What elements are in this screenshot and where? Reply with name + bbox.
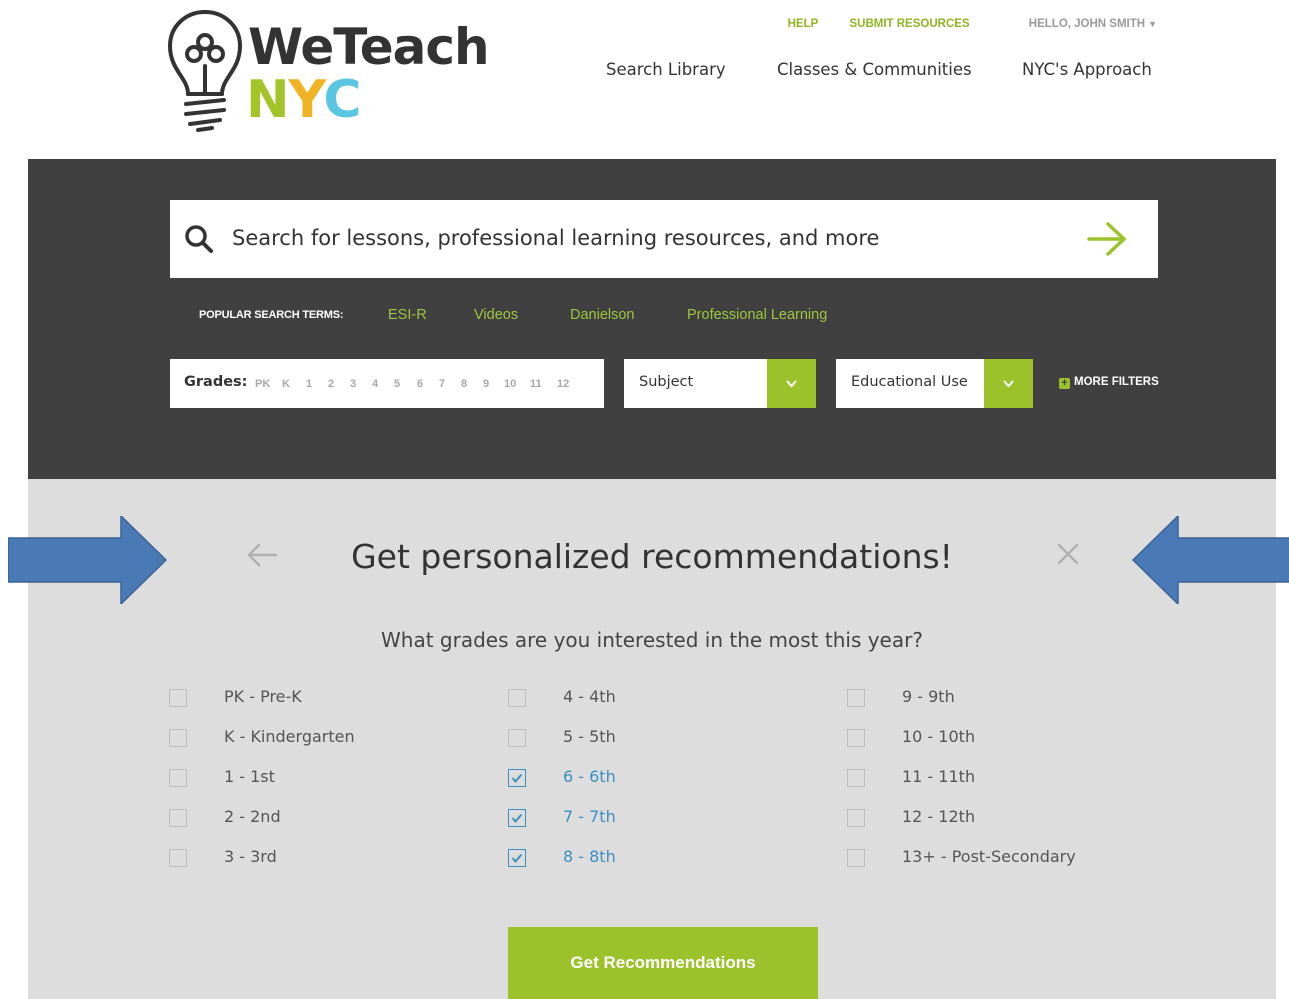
grade-option[interactable]: 6 <box>417 378 423 390</box>
arrow-right-icon[interactable] <box>1086 220 1128 258</box>
grade-option[interactable]: K <box>282 378 290 390</box>
grade-checkbox-label: 6 - 6th <box>563 767 616 786</box>
checkbox[interactable] <box>169 849 187 867</box>
educational-use-select[interactable]: Educational Use <box>836 359 1033 408</box>
grade-option[interactable]: 3 <box>350 378 356 390</box>
subject-dropdown-button[interactable] <box>767 359 816 408</box>
submit-resources-link[interactable]: SUBMIT RESOURCES <box>849 18 969 30</box>
checkmark-icon <box>511 853 523 864</box>
nav-search-library[interactable]: Search Library <box>606 60 726 79</box>
logo-nyc: NYC <box>246 74 362 126</box>
grade-option[interactable]: 11 <box>530 378 542 390</box>
grade-checkbox-label: 11 - 11th <box>902 767 976 786</box>
logo-letter-y: Y <box>288 70 325 130</box>
grade-checkbox-label: 3 - 3rd <box>224 847 277 866</box>
more-filters-button[interactable]: + MORE FILTERS <box>1059 376 1159 389</box>
annotation-arrow-right-icon <box>8 516 168 604</box>
checkbox[interactable] <box>847 809 865 827</box>
checkbox[interactable] <box>847 769 865 787</box>
checkbox[interactable] <box>508 689 526 707</box>
logo-letter-c: C <box>323 70 361 130</box>
chevron-down-icon <box>786 380 797 388</box>
checkbox[interactable] <box>847 729 865 747</box>
grade-option[interactable]: 8 <box>461 378 467 390</box>
caret-down-icon: ▼ <box>1148 19 1157 29</box>
checkbox-checked[interactable] <box>508 809 526 827</box>
popular-label: POPULAR SEARCH TERMS: <box>199 309 344 321</box>
grade-option[interactable]: 7 <box>439 378 445 390</box>
checkbox[interactable] <box>169 769 187 787</box>
popular-term-videos[interactable]: Videos <box>474 307 518 323</box>
checkbox[interactable] <box>169 729 187 747</box>
grade-option[interactable]: 2 <box>328 378 334 390</box>
grade-checkbox-label: K - Kindergarten <box>224 727 355 746</box>
checkbox-checked[interactable] <box>508 769 526 787</box>
help-link[interactable]: HELP <box>788 18 819 30</box>
recommendations-question: What grades are you interested in the mo… <box>381 628 923 652</box>
grade-option[interactable]: 1 <box>306 378 312 390</box>
popular-term-esi-r[interactable]: ESI-R <box>388 307 427 323</box>
checkbox[interactable] <box>847 689 865 707</box>
checkbox[interactable] <box>169 689 187 707</box>
grade-checkbox-label: 2 - 2nd <box>224 807 281 826</box>
grade-checkbox-label: PK - Pre-K <box>224 687 302 706</box>
nav-classes-communities[interactable]: Classes & Communities <box>777 60 972 79</box>
search-panel: Search for lessons, professional learnin… <box>28 159 1276 479</box>
checkmark-icon <box>511 813 523 824</box>
search-input[interactable]: Search for lessons, professional learnin… <box>170 200 1158 278</box>
grade-checkbox-label: 9 - 9th <box>902 687 955 706</box>
plus-icon: + <box>1059 378 1070 389</box>
grade-option[interactable]: 10 <box>504 378 516 390</box>
search-icon <box>185 225 213 253</box>
checkbox[interactable] <box>847 849 865 867</box>
checkmark-icon <box>511 773 523 784</box>
grade-checkbox-label: 8 - 8th <box>563 847 616 866</box>
grades-filter: Grades: PK K 1 2 3 4 5 6 7 8 9 10 11 12 <box>170 359 604 408</box>
nav-nyc-approach[interactable]: NYC's Approach <box>1022 60 1152 79</box>
grade-option[interactable]: PK <box>255 378 270 390</box>
grades-label: Grades: <box>184 374 248 390</box>
grade-option[interactable]: 12 <box>557 378 569 390</box>
grade-checkbox-label: 4 - 4th <box>563 687 616 706</box>
grade-checkbox-label: 13+ - Post-Secondary <box>902 847 1076 866</box>
subject-select[interactable]: Subject <box>624 359 816 408</box>
logo-letter-n: N <box>246 70 290 130</box>
grade-option[interactable]: 4 <box>372 378 378 390</box>
grade-option[interactable]: 5 <box>394 378 400 390</box>
recommendations-panel: Get personalized recommendations! What g… <box>28 479 1276 999</box>
close-icon[interactable] <box>1056 542 1080 566</box>
annotation-arrow-left-icon <box>1131 516 1289 604</box>
checkbox-checked[interactable] <box>508 849 526 867</box>
popular-term-professional-learning[interactable]: Professional Learning <box>687 307 827 323</box>
chevron-down-icon <box>1003 380 1014 388</box>
checkbox[interactable] <box>508 729 526 747</box>
checkbox[interactable] <box>169 809 187 827</box>
site-logo[interactable]: WeTeach NYC <box>166 8 490 133</box>
educational-use-label: Educational Use <box>851 374 968 390</box>
popular-term-danielson[interactable]: Danielson <box>570 307 635 323</box>
grade-checkbox-label: 7 - 7th <box>563 807 616 826</box>
lightbulb-icon <box>167 9 243 132</box>
search-placeholder: Search for lessons, professional learnin… <box>232 226 880 250</box>
subject-label: Subject <box>639 374 694 390</box>
grade-checkbox-label: 10 - 10th <box>902 727 976 746</box>
more-filters-label: MORE FILTERS <box>1074 376 1159 388</box>
user-menu-label: HELLO, JOHN SMITH <box>1028 18 1146 30</box>
grade-option[interactable]: 9 <box>483 378 489 390</box>
grade-checkbox-label: 1 - 1st <box>224 767 275 786</box>
grade-checkbox-label: 5 - 5th <box>563 727 616 746</box>
logo-wordmark: WeTeach <box>248 18 490 76</box>
recommendations-title: Get personalized recommendations! <box>351 537 953 576</box>
educational-use-dropdown-button[interactable] <box>984 359 1033 408</box>
utility-nav: HELP SUBMIT RESOURCES HELLO, JOHN SMITH ▼ <box>760 18 1157 30</box>
user-menu[interactable]: HELLO, JOHN SMITH ▼ <box>1001 18 1157 30</box>
get-recommendations-button[interactable]: Get Recommendations <box>508 927 818 999</box>
grade-checkbox-label: 12 - 12th <box>902 807 976 826</box>
